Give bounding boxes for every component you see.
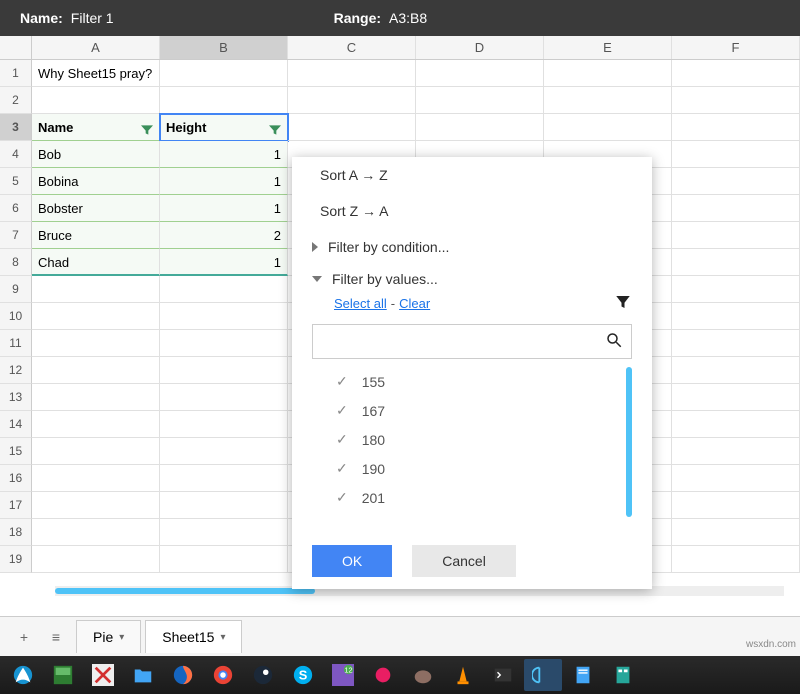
filter-value[interactable]: ✓180 (312, 425, 632, 454)
name-label: Name: (20, 10, 63, 26)
check-icon: ✓ (336, 431, 348, 448)
cell-A1[interactable]: Why Sheet15 pray? (32, 60, 160, 87)
cell-A6[interactable]: Bobster (32, 195, 160, 222)
sort-za[interactable]: Sort Z → A (292, 193, 652, 229)
col-D[interactable]: D (416, 36, 544, 59)
check-icon: ✓ (336, 402, 348, 419)
row-6[interactable]: 6 (0, 195, 32, 222)
document-icon[interactable] (564, 659, 602, 691)
files-icon[interactable] (44, 659, 82, 691)
taskbar: S 12 (0, 656, 800, 694)
xorg-icon[interactable] (84, 659, 122, 691)
app-icon[interactable]: 12 (324, 659, 362, 691)
select-all-link[interactable]: Select all (334, 296, 387, 311)
filter-icon[interactable] (139, 120, 155, 136)
chevron-down-icon: ▾ (119, 632, 124, 643)
col-B[interactable]: B (160, 36, 288, 59)
chrome-icon[interactable] (204, 659, 242, 691)
cell-A3[interactable]: Name (32, 114, 160, 141)
app-menu-icon[interactable] (4, 659, 42, 691)
range-label: Range: (334, 10, 381, 26)
check-icon: ✓ (336, 373, 348, 390)
row-3[interactable]: 3 (0, 114, 32, 141)
record-icon[interactable] (364, 659, 402, 691)
clear-link[interactable]: Clear (399, 296, 430, 311)
search-icon (605, 331, 623, 352)
cancel-button[interactable]: Cancel (412, 545, 516, 577)
sort-az[interactable]: Sort A → Z (292, 157, 652, 193)
cell-A4[interactable]: Bob (32, 141, 160, 168)
filter-name-bar: Name: Filter 1 Range: A3:B8 (0, 0, 800, 36)
col-E[interactable]: E (544, 36, 672, 59)
steam-icon[interactable] (244, 659, 282, 691)
row-2[interactable]: 2 (0, 87, 32, 114)
select-all-corner[interactable] (0, 36, 32, 59)
cell-B8[interactable]: 1 (160, 249, 288, 276)
watermark: wsxdn.com (746, 639, 796, 650)
tab-pie[interactable]: Pie▾ (76, 620, 141, 653)
all-sheets-button[interactable]: ≡ (40, 621, 72, 653)
check-icon: ✓ (336, 489, 348, 506)
svg-text:12: 12 (344, 665, 352, 674)
folder-icon[interactable] (124, 659, 162, 691)
chevron-right-icon (312, 242, 318, 252)
values-scrollbar[interactable] (626, 367, 632, 517)
filter-value[interactable]: ✓167 (312, 396, 632, 425)
cell-B3[interactable]: Height (160, 114, 288, 141)
skype-icon[interactable]: S (284, 659, 322, 691)
row-8[interactable]: 8 (0, 249, 32, 276)
cell-A8[interactable]: Chad (32, 249, 160, 276)
filter-popup: Sort A → Z Sort Z → A Filter by conditio… (292, 157, 652, 589)
name-value[interactable]: Filter 1 (71, 10, 114, 26)
row-1[interactable]: 1 (0, 60, 32, 87)
add-sheet-button[interactable]: + (8, 621, 40, 653)
filter-value[interactable]: ✓190 (312, 454, 632, 483)
filter-values-list: ✓155 ✓167 ✓180 ✓190 ✓201 (312, 367, 632, 527)
chevron-down-icon: ▾ (220, 632, 225, 643)
terminal-icon[interactable] (484, 659, 522, 691)
ok-button[interactable]: OK (312, 545, 392, 577)
cell-A5[interactable]: Bobina (32, 168, 160, 195)
col-C[interactable]: C (288, 36, 416, 59)
filter-value[interactable]: ✓155 (312, 367, 632, 396)
cell-B7[interactable]: 2 (160, 222, 288, 249)
row-4[interactable]: 4 (0, 141, 32, 168)
cell-B6[interactable]: 1 (160, 195, 288, 222)
spreadsheet-icon[interactable] (604, 659, 642, 691)
cell-B4[interactable]: 1 (160, 141, 288, 168)
filter-search-box[interactable] (312, 324, 632, 359)
check-icon: ✓ (336, 460, 348, 477)
firefox-icon[interactable] (164, 659, 202, 691)
filter-by-values[interactable]: Filter by values... (292, 261, 652, 293)
funnel-icon[interactable] (614, 293, 632, 314)
filter-icon[interactable] (267, 120, 283, 136)
row-5[interactable]: 5 (0, 168, 32, 195)
chevron-down-icon (312, 276, 322, 282)
gimp-icon[interactable] (404, 659, 442, 691)
audio-icon[interactable] (524, 659, 562, 691)
cell-A7[interactable]: Bruce (32, 222, 160, 249)
range-value[interactable]: A3:B8 (389, 10, 427, 26)
row-7[interactable]: 7 (0, 222, 32, 249)
svg-text:S: S (299, 668, 308, 683)
filter-by-condition[interactable]: Filter by condition... (292, 229, 652, 261)
filter-search-input[interactable] (321, 334, 605, 350)
vlc-icon[interactable] (444, 659, 482, 691)
col-A[interactable]: A (32, 36, 160, 59)
column-headers: A B C D E F (0, 36, 800, 60)
col-F[interactable]: F (672, 36, 800, 59)
sheet-tabs-bar: + ≡ Pie▾ Sheet15▾ (0, 616, 800, 656)
cell-B5[interactable]: 1 (160, 168, 288, 195)
tab-sheet15[interactable]: Sheet15▾ (145, 620, 242, 653)
filter-value[interactable]: ✓201 (312, 483, 632, 512)
